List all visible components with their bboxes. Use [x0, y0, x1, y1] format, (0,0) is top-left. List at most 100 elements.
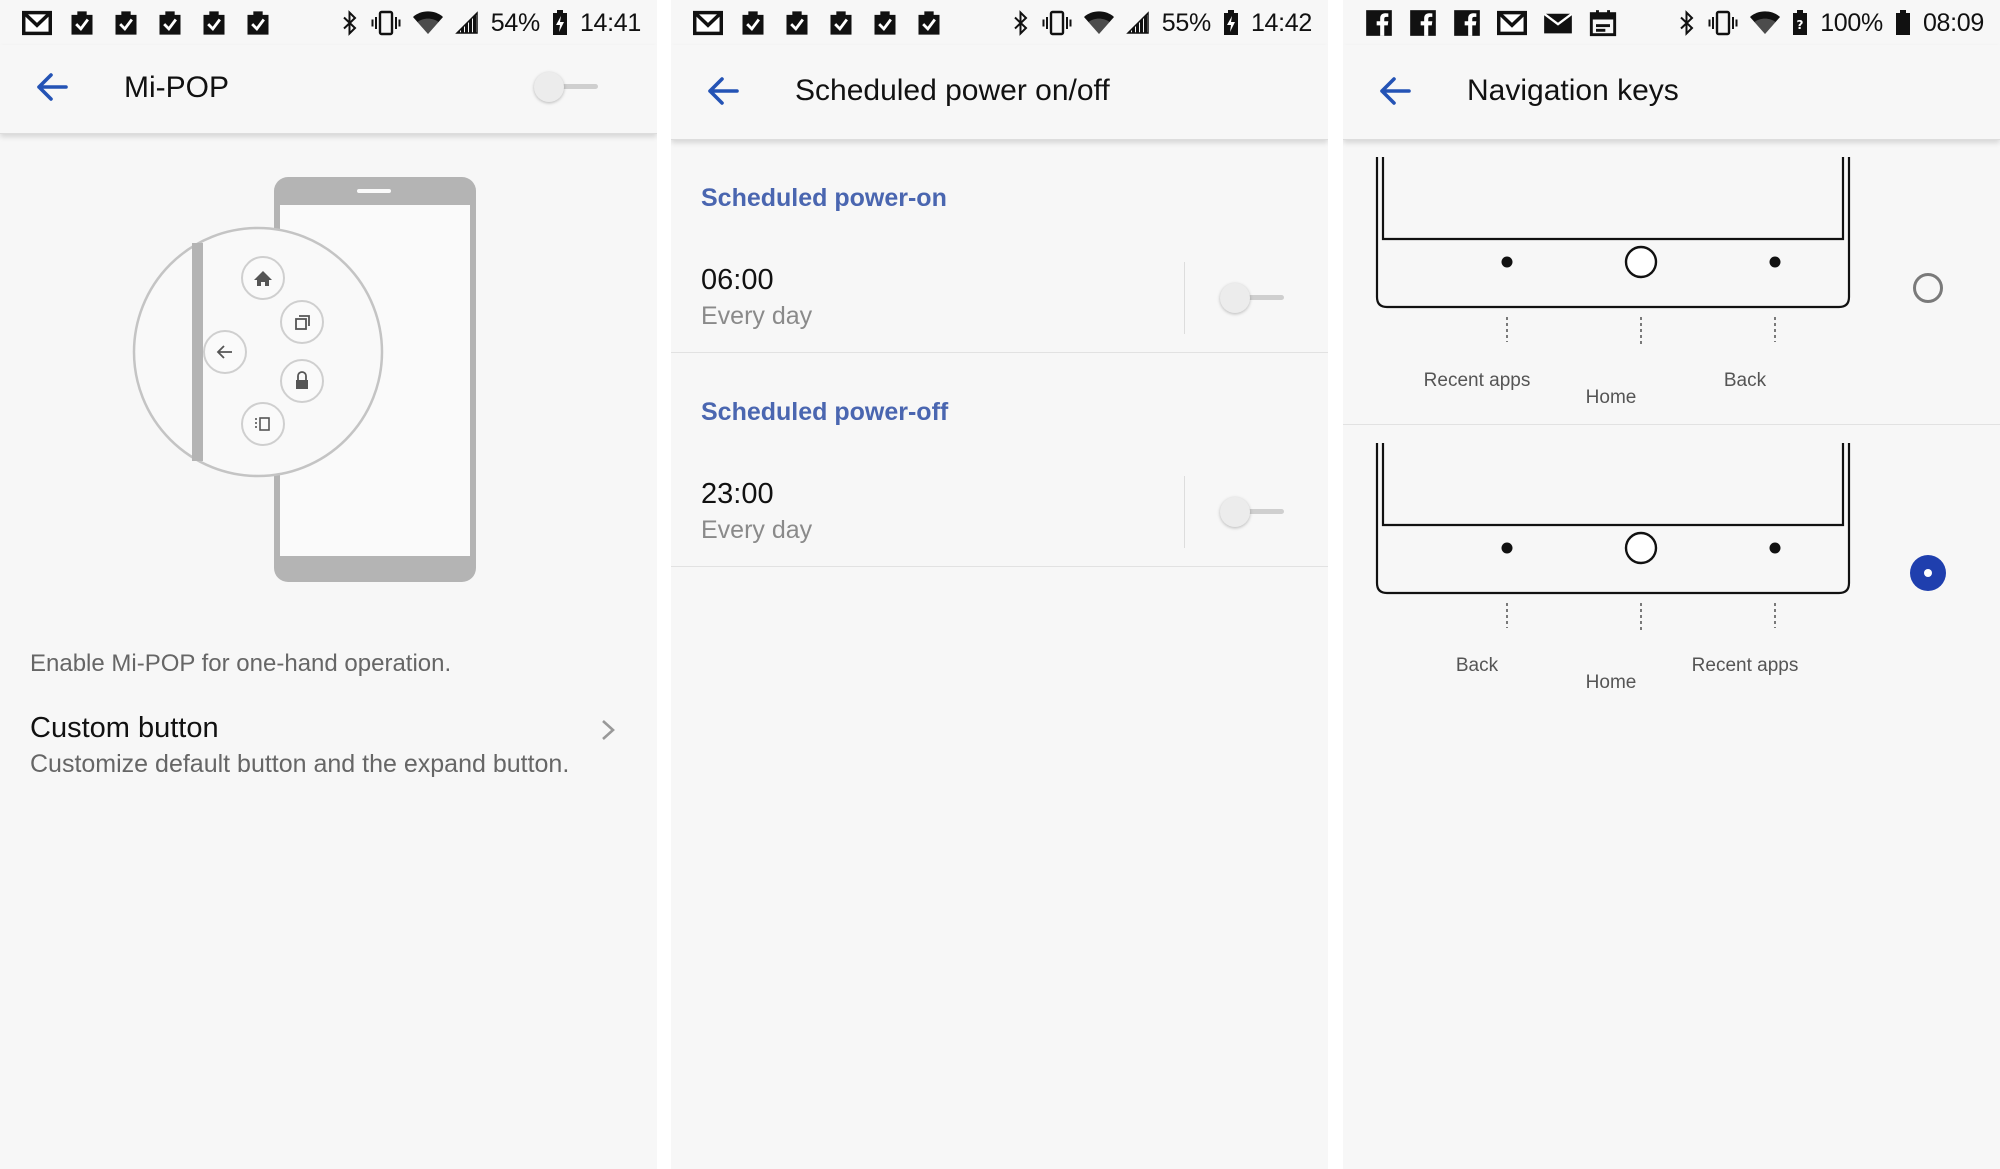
vibrate-icon: [371, 10, 401, 36]
divider: [1184, 262, 1185, 334]
battery-percent: 55%: [1161, 8, 1211, 37]
back-arrow-icon[interactable]: [30, 65, 74, 109]
battery-percent: 100%: [1820, 8, 1883, 37]
clipboard-check-icon: [244, 9, 272, 37]
clipboard-check-icon: [112, 9, 140, 37]
clipboard-check-icon: [827, 9, 855, 37]
battery-unknown-icon: [1792, 10, 1808, 36]
nav-diagram: [1375, 157, 1851, 309]
home-icon: [241, 256, 285, 300]
nav-label-left: Back: [1455, 655, 1499, 676]
app-bar: Mi-POP: [0, 45, 657, 134]
bluetooth-icon: [1678, 10, 1696, 36]
item-subtitle: Customize default button and the expand …: [30, 750, 570, 778]
radio-unselected[interactable]: [1913, 273, 1943, 303]
back-arrow-icon: [203, 330, 247, 374]
battery-charging-icon: [552, 10, 568, 36]
back-arrow-icon[interactable]: [701, 69, 745, 113]
gmail-icon: [693, 9, 723, 37]
wifi-icon: [1084, 11, 1114, 35]
signal-icon: [455, 11, 479, 35]
leader-lines: [1506, 603, 1776, 633]
bluetooth-icon: [1012, 10, 1030, 36]
page-title: Scheduled power on/off: [795, 74, 1110, 107]
power-off-time: 23:00: [701, 478, 774, 510]
gmail-icon: [1497, 9, 1527, 37]
calendar-icon: [1589, 9, 1617, 37]
facebook-icon: [1365, 9, 1393, 37]
screen-navigation-keys: 100% 08:09 Navigation keys Recent apps H…: [1343, 0, 2000, 1169]
app-bar: Navigation keys: [1343, 45, 2000, 140]
system-icons: 100% 08:09: [1678, 4, 1984, 42]
nav-label-right: Recent apps: [1691, 655, 1799, 676]
gmail-icon: [22, 9, 52, 37]
status-bar: 55% 14:42: [671, 0, 1328, 45]
power-off-repeat: Every day: [701, 516, 813, 544]
power-on-row[interactable]: 06:00 Every day: [671, 248, 1328, 352]
nav-option-recents-home-back[interactable]: Recent apps Home Back: [1343, 140, 2000, 424]
bluetooth-icon: [341, 10, 359, 36]
battery-percent: 54%: [490, 8, 540, 37]
wifi-icon: [413, 11, 443, 35]
chevron-right-icon: [602, 720, 615, 740]
notification-icons: [1365, 9, 1617, 37]
notification-icons: [22, 9, 272, 37]
clock: 08:09: [1922, 8, 1984, 37]
battery-full-icon: [1895, 10, 1911, 36]
nav-label-right: Back: [1723, 370, 1767, 391]
power-on-toggle[interactable]: [1220, 278, 1290, 318]
power-off-row[interactable]: 23:00 Every day: [671, 462, 1328, 566]
power-on-time: 06:00: [701, 264, 774, 296]
status-bar: 54% 14:41: [0, 0, 657, 45]
clipboard-check-icon: [739, 9, 767, 37]
page-title: Navigation keys: [1467, 74, 1679, 107]
screenshot-icon: [241, 402, 285, 446]
mipop-illustration: [132, 177, 476, 582]
screen-mipop: 54% 14:41 Mi-POP Enable Mi-POP for one-h…: [0, 0, 657, 1169]
nav-option-back-home-recents[interactable]: Back Home Recent apps: [1343, 425, 2000, 715]
clipboard-check-icon: [200, 9, 228, 37]
status-bar: 100% 08:09: [1343, 0, 2000, 45]
lock-icon: [280, 359, 324, 403]
mipop-description: Enable Mi-POP for one-hand operation.: [30, 650, 452, 677]
page-title: Mi-POP: [124, 71, 229, 104]
back-arrow-icon[interactable]: [1373, 69, 1417, 113]
item-title: Custom button: [30, 712, 219, 744]
system-icons: 54% 14:41: [341, 4, 641, 42]
system-icons: 55% 14:42: [1012, 4, 1312, 42]
clipboard-check-icon: [783, 9, 811, 37]
vibrate-icon: [1708, 10, 1738, 36]
clock: 14:41: [579, 8, 641, 37]
radio-selected[interactable]: [1910, 555, 1946, 591]
leader-lines: [1506, 317, 1776, 347]
notification-icons: [693, 9, 943, 37]
clipboard-check-icon: [871, 9, 899, 37]
section-header-power-off: Scheduled power-off: [701, 398, 949, 426]
app-bar: Scheduled power on/off: [671, 45, 1328, 140]
signal-icon: [1126, 11, 1150, 35]
mipop-toggle[interactable]: [534, 67, 604, 107]
power-off-toggle[interactable]: [1220, 492, 1290, 532]
divider: [671, 566, 1328, 567]
nav-label-center: Home: [1585, 672, 1637, 693]
battery-charging-icon: [1223, 10, 1239, 36]
facebook-icon: [1409, 9, 1437, 37]
clipboard-check-icon: [156, 9, 184, 37]
envelope-icon: [1543, 9, 1573, 37]
clipboard-check-icon: [915, 9, 943, 37]
screen-scheduled-power: 55% 14:42 Scheduled power on/off Schedul…: [671, 0, 1328, 1169]
facebook-icon: [1453, 9, 1481, 37]
custom-button-item[interactable]: Custom button Customize default button a…: [0, 700, 657, 790]
divider: [1184, 476, 1185, 548]
divider: [671, 352, 1328, 353]
section-header-power-on: Scheduled power-on: [701, 184, 947, 212]
nav-diagram: [1375, 443, 1851, 595]
nav-label-center: Home: [1585, 387, 1637, 408]
vibrate-icon: [1042, 10, 1072, 36]
recents-icon: [280, 300, 324, 344]
wifi-icon: [1750, 11, 1780, 35]
nav-label-left: Recent apps: [1423, 370, 1531, 391]
power-on-repeat: Every day: [701, 302, 813, 330]
clock: 14:42: [1250, 8, 1312, 37]
clipboard-check-icon: [68, 9, 96, 37]
